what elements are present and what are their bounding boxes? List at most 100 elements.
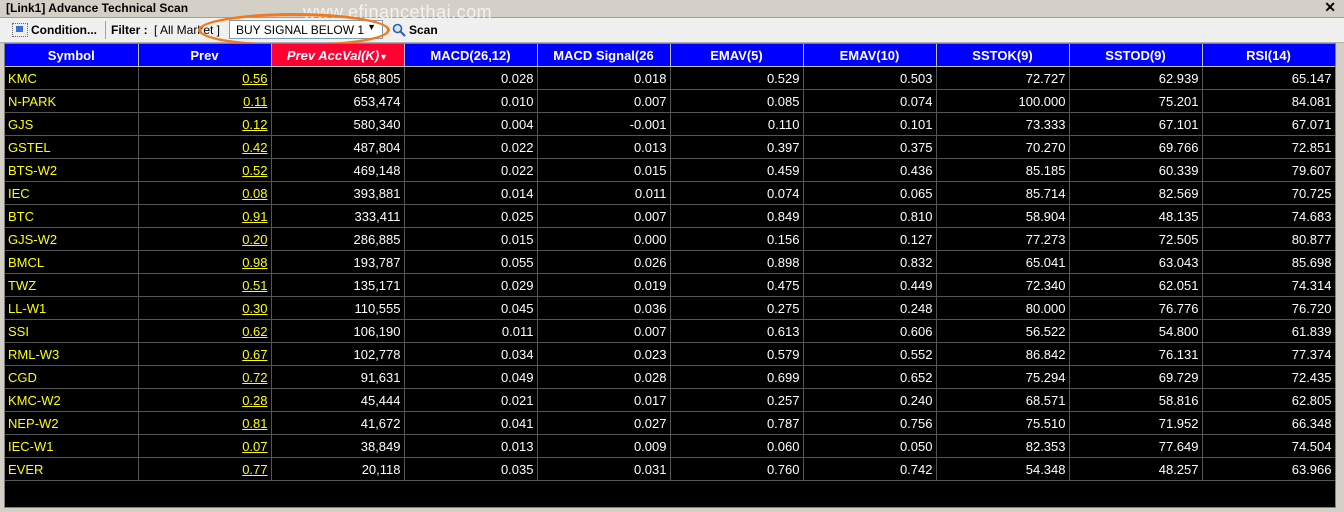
cell-emav10: 0.606 <box>803 319 937 343</box>
cell-symbol[interactable]: IEC <box>5 181 139 205</box>
cell-emav5: 0.699 <box>670 365 804 389</box>
cell-emav5: 0.760 <box>670 457 804 481</box>
cell-sstok: 100.000 <box>936 89 1070 113</box>
cell-emav10: 0.552 <box>803 342 937 366</box>
cell-macd: 0.049 <box>404 365 538 389</box>
cell-emav10: 0.375 <box>803 135 937 159</box>
scan-button[interactable]: Scan <box>392 21 438 39</box>
column-header-prev-accval-label: Prev AccVal(K) <box>286 47 380 63</box>
table-row[interactable]: IEC 0.08 393,881 0.014 0.011 0.074 0.065 85.714… <box>5 181 1335 205</box>
table-row[interactable]: KMC-W2 0.28 45,444 0.021 0.017 0.257 0.240 68.5… <box>5 388 1335 412</box>
table-row[interactable]: LL-W1 0.30 110,555 0.045 0.036 0.275 0.248 80.0… <box>5 296 1335 320</box>
cell-prev[interactable]: 0.77 <box>138 457 272 481</box>
cell-symbol[interactable]: EVER <box>5 457 139 481</box>
cell-prev[interactable]: 0.11 <box>138 89 272 113</box>
cell-sstok: 86.842 <box>936 342 1070 366</box>
table-row[interactable]: NEP-W2 0.81 41,672 0.041 0.027 0.787 0.756 75.5… <box>5 411 1335 435</box>
cell-sstod: 60.339 <box>1069 158 1203 182</box>
cell-prev[interactable]: 0.51 <box>138 273 272 297</box>
cell-emav10: 0.248 <box>803 296 937 320</box>
condition-button[interactable]: Condition... <box>12 21 97 39</box>
table-row[interactable]: TWZ 0.51 135,171 0.029 0.019 0.475 0.449 72.340… <box>5 273 1335 297</box>
cell-sstok: 54.348 <box>936 457 1070 481</box>
cell-emav10: 0.503 <box>803 66 937 90</box>
column-header-emav10[interactable]: EMAV(10) <box>803 44 937 67</box>
cell-prev[interactable]: 0.67 <box>138 342 272 366</box>
cell-prev[interactable]: 0.07 <box>138 434 272 458</box>
cell-macd: 0.014 <box>404 181 538 205</box>
cell-sstok: 72.340 <box>936 273 1070 297</box>
column-header-rsi[interactable]: RSI(14) <box>1202 44 1335 67</box>
cell-rsi: 72.851 <box>1202 135 1335 159</box>
column-header-sstok[interactable]: SSTOK(9) <box>936 44 1070 67</box>
table-row[interactable]: CGD 0.72 91,631 0.049 0.028 0.699 0.652 75.294 6… <box>5 365 1335 389</box>
column-header-symbol[interactable]: Symbol <box>5 44 139 67</box>
table-row[interactable]: GJS 0.12 580,340 0.004 -0.001 0.110 0.101 73.33… <box>5 112 1335 136</box>
cell-symbol[interactable]: BMCL <box>5 250 139 274</box>
cell-macd: 0.055 <box>404 250 538 274</box>
cell-emav5: 0.085 <box>670 89 804 113</box>
column-header-prev-accval[interactable]: Prev AccVal(K)▼ <box>271 44 405 67</box>
cell-emav5: 0.110 <box>670 112 804 136</box>
cell-symbol[interactable]: BTC <box>5 204 139 228</box>
market-filter[interactable]: [ All Market ] <box>154 21 220 39</box>
cell-sstok: 80.000 <box>936 296 1070 320</box>
cell-symbol[interactable]: GSTEL <box>5 135 139 159</box>
cell-symbol[interactable]: IEC-W1 <box>5 434 139 458</box>
cell-sstod: 69.766 <box>1069 135 1203 159</box>
cell-symbol[interactable]: BTS-W2 <box>5 158 139 182</box>
cell-symbol[interactable]: KMC-W2 <box>5 388 139 412</box>
column-header-prev[interactable]: Prev <box>138 44 272 67</box>
cell-emav5: 0.074 <box>670 181 804 205</box>
close-icon[interactable]: ✕ <box>1324 0 1336 16</box>
table-row[interactable]: GJS-W2 0.20 286,885 0.015 0.000 0.156 0.127 77.… <box>5 227 1335 251</box>
cell-prev[interactable]: 0.98 <box>138 250 272 274</box>
cell-symbol[interactable]: SSI <box>5 319 139 343</box>
cell-emav5: 0.060 <box>670 434 804 458</box>
cell-symbol[interactable]: RML-W3 <box>5 342 139 366</box>
table-row[interactable]: EVER 0.77 20,118 0.035 0.031 0.760 0.742 54.348… <box>5 457 1335 481</box>
scan-results-grid[interactable]: Symbol Prev Prev AccVal(K)▼ MACD(26,12) … <box>4 43 1336 508</box>
cell-symbol[interactable]: GJS <box>5 112 139 136</box>
table-row[interactable]: KMC 0.56 658,805 0.028 0.018 0.529 0.503 72.727… <box>5 66 1335 90</box>
table-row[interactable]: SSI 0.62 106,190 0.011 0.007 0.613 0.606 56.522… <box>5 319 1335 343</box>
cell-sstod: 62.051 <box>1069 273 1203 297</box>
table-row[interactable]: BMCL 0.98 193,787 0.055 0.026 0.898 0.832 65.04… <box>5 250 1335 274</box>
column-header-sstod[interactable]: SSTOD(9) <box>1069 44 1203 67</box>
cell-prev[interactable]: 0.52 <box>138 158 272 182</box>
cell-rsi: 77.374 <box>1202 342 1335 366</box>
table-row[interactable]: N-PARK 0.11 653,474 0.010 0.007 0.085 0.074 100… <box>5 89 1335 113</box>
cell-macd: 0.045 <box>404 296 538 320</box>
cell-macd: 0.013 <box>404 434 538 458</box>
cell-symbol[interactable]: N-PARK <box>5 89 139 113</box>
cell-prev[interactable]: 0.20 <box>138 227 272 251</box>
cell-emav10: 0.436 <box>803 158 937 182</box>
table-row[interactable]: IEC-W1 0.07 38,849 0.013 0.009 0.060 0.050 82.3… <box>5 434 1335 458</box>
cell-prev[interactable]: 0.30 <box>138 296 272 320</box>
table-row[interactable]: GSTEL 0.42 487,804 0.022 0.013 0.397 0.375 70.2… <box>5 135 1335 159</box>
table-row[interactable]: BTS-W2 0.52 469,148 0.022 0.015 0.459 0.436 85.… <box>5 158 1335 182</box>
column-header-macd-signal[interactable]: MACD Signal(26 <box>537 44 671 67</box>
column-header-emav5[interactable]: EMAV(5) <box>670 44 804 67</box>
cell-prev[interactable]: 0.81 <box>138 411 272 435</box>
cell-symbol[interactable]: TWZ <box>5 273 139 297</box>
cell-prev-accval: 658,805 <box>271 66 405 90</box>
cell-prev[interactable]: 0.28 <box>138 388 272 412</box>
cell-prev[interactable]: 0.91 <box>138 204 272 228</box>
cell-prev[interactable]: 0.56 <box>138 66 272 90</box>
cell-symbol[interactable]: KMC <box>5 66 139 90</box>
column-header-macd[interactable]: MACD(26,12) <box>404 44 538 67</box>
cell-symbol[interactable]: NEP-W2 <box>5 411 139 435</box>
cell-prev[interactable]: 0.72 <box>138 365 272 389</box>
table-row[interactable]: RML-W3 0.67 102,778 0.034 0.023 0.579 0.552 86.… <box>5 342 1335 366</box>
cell-prev[interactable]: 0.62 <box>138 319 272 343</box>
cell-symbol[interactable]: LL-W1 <box>5 296 139 320</box>
cell-prev[interactable]: 0.42 <box>138 135 272 159</box>
condition-icon <box>12 23 28 37</box>
cell-macd-signal: 0.009 <box>537 434 671 458</box>
cell-prev[interactable]: 0.08 <box>138 181 272 205</box>
cell-symbol[interactable]: CGD <box>5 365 139 389</box>
table-row[interactable]: BTC 0.91 333,411 0.025 0.007 0.849 0.810 58.904… <box>5 204 1335 228</box>
cell-prev[interactable]: 0.12 <box>138 112 272 136</box>
cell-symbol[interactable]: GJS-W2 <box>5 227 139 251</box>
